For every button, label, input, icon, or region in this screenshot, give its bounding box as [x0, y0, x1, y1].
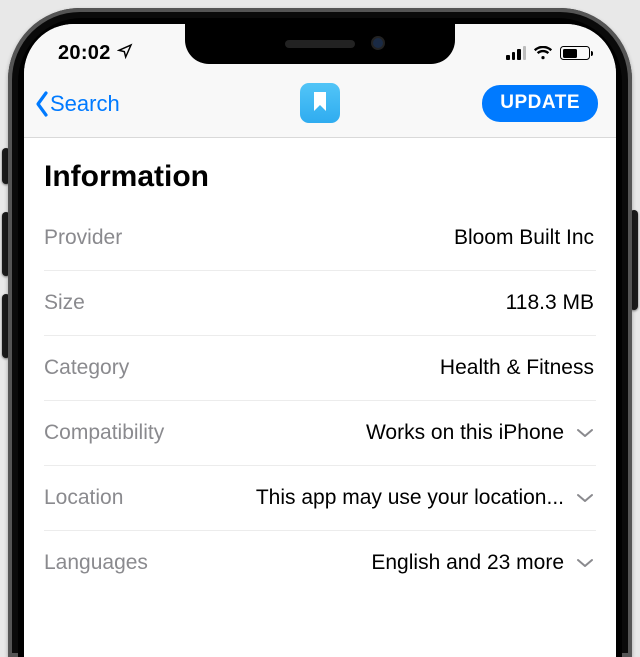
info-value-text: Bloom Built Inc — [454, 226, 594, 250]
info-value: 118.3 MB — [506, 291, 594, 315]
chevron-down-icon — [576, 558, 594, 568]
device-notch — [185, 24, 455, 64]
info-label: Size — [44, 291, 85, 315]
info-value-text: Works on this iPhone — [366, 421, 564, 445]
front-camera — [371, 36, 385, 50]
navigation-bar: Search UPDATE — [24, 74, 616, 138]
section-title: Information — [44, 160, 596, 194]
chevron-left-icon — [34, 90, 50, 118]
info-value: This app may use your location... — [256, 486, 594, 510]
info-label: Compatibility — [44, 421, 164, 445]
info-label: Category — [44, 356, 129, 380]
speaker-grille — [285, 40, 355, 48]
info-value-text: This app may use your location... — [256, 486, 564, 510]
battery-icon — [560, 46, 590, 60]
app-icon[interactable] — [300, 83, 340, 123]
info-row-languages[interactable]: Languages English and 23 more — [44, 531, 596, 595]
info-label: Location — [44, 486, 123, 510]
chevron-down-icon — [576, 428, 594, 438]
info-row-provider: Provider Bloom Built Inc — [44, 206, 596, 271]
update-button[interactable]: UPDATE — [482, 85, 598, 122]
information-section: Information Provider Bloom Built Inc Size 1… — [24, 138, 616, 595]
location-arrow-icon — [117, 42, 133, 65]
info-row-location[interactable]: Location This app may use your location..… — [44, 466, 596, 531]
info-label: Languages — [44, 551, 148, 575]
info-row-size: Size 118.3 MB — [44, 271, 596, 336]
chevron-down-icon — [576, 493, 594, 503]
info-row-compatibility[interactable]: Compatibility Works on this iPhone — [44, 401, 596, 466]
update-button-label: UPDATE — [500, 92, 580, 113]
info-row-category: Category Health & Fitness — [44, 336, 596, 401]
back-button[interactable]: Search — [34, 90, 120, 118]
info-value: Health & Fitness — [440, 356, 594, 380]
info-value-text: 118.3 MB — [506, 291, 594, 315]
cell-signal-icon — [506, 46, 526, 60]
status-time: 20:02 — [58, 42, 111, 65]
info-value: Bloom Built Inc — [454, 226, 594, 250]
info-value-text: English and 23 more — [371, 551, 564, 575]
bookmark-icon — [312, 91, 328, 118]
back-label: Search — [50, 91, 120, 117]
wifi-icon — [533, 46, 553, 60]
info-value: English and 23 more — [371, 551, 594, 575]
info-label: Provider — [44, 226, 122, 250]
info-value: Works on this iPhone — [366, 421, 594, 445]
info-value-text: Health & Fitness — [440, 356, 594, 380]
